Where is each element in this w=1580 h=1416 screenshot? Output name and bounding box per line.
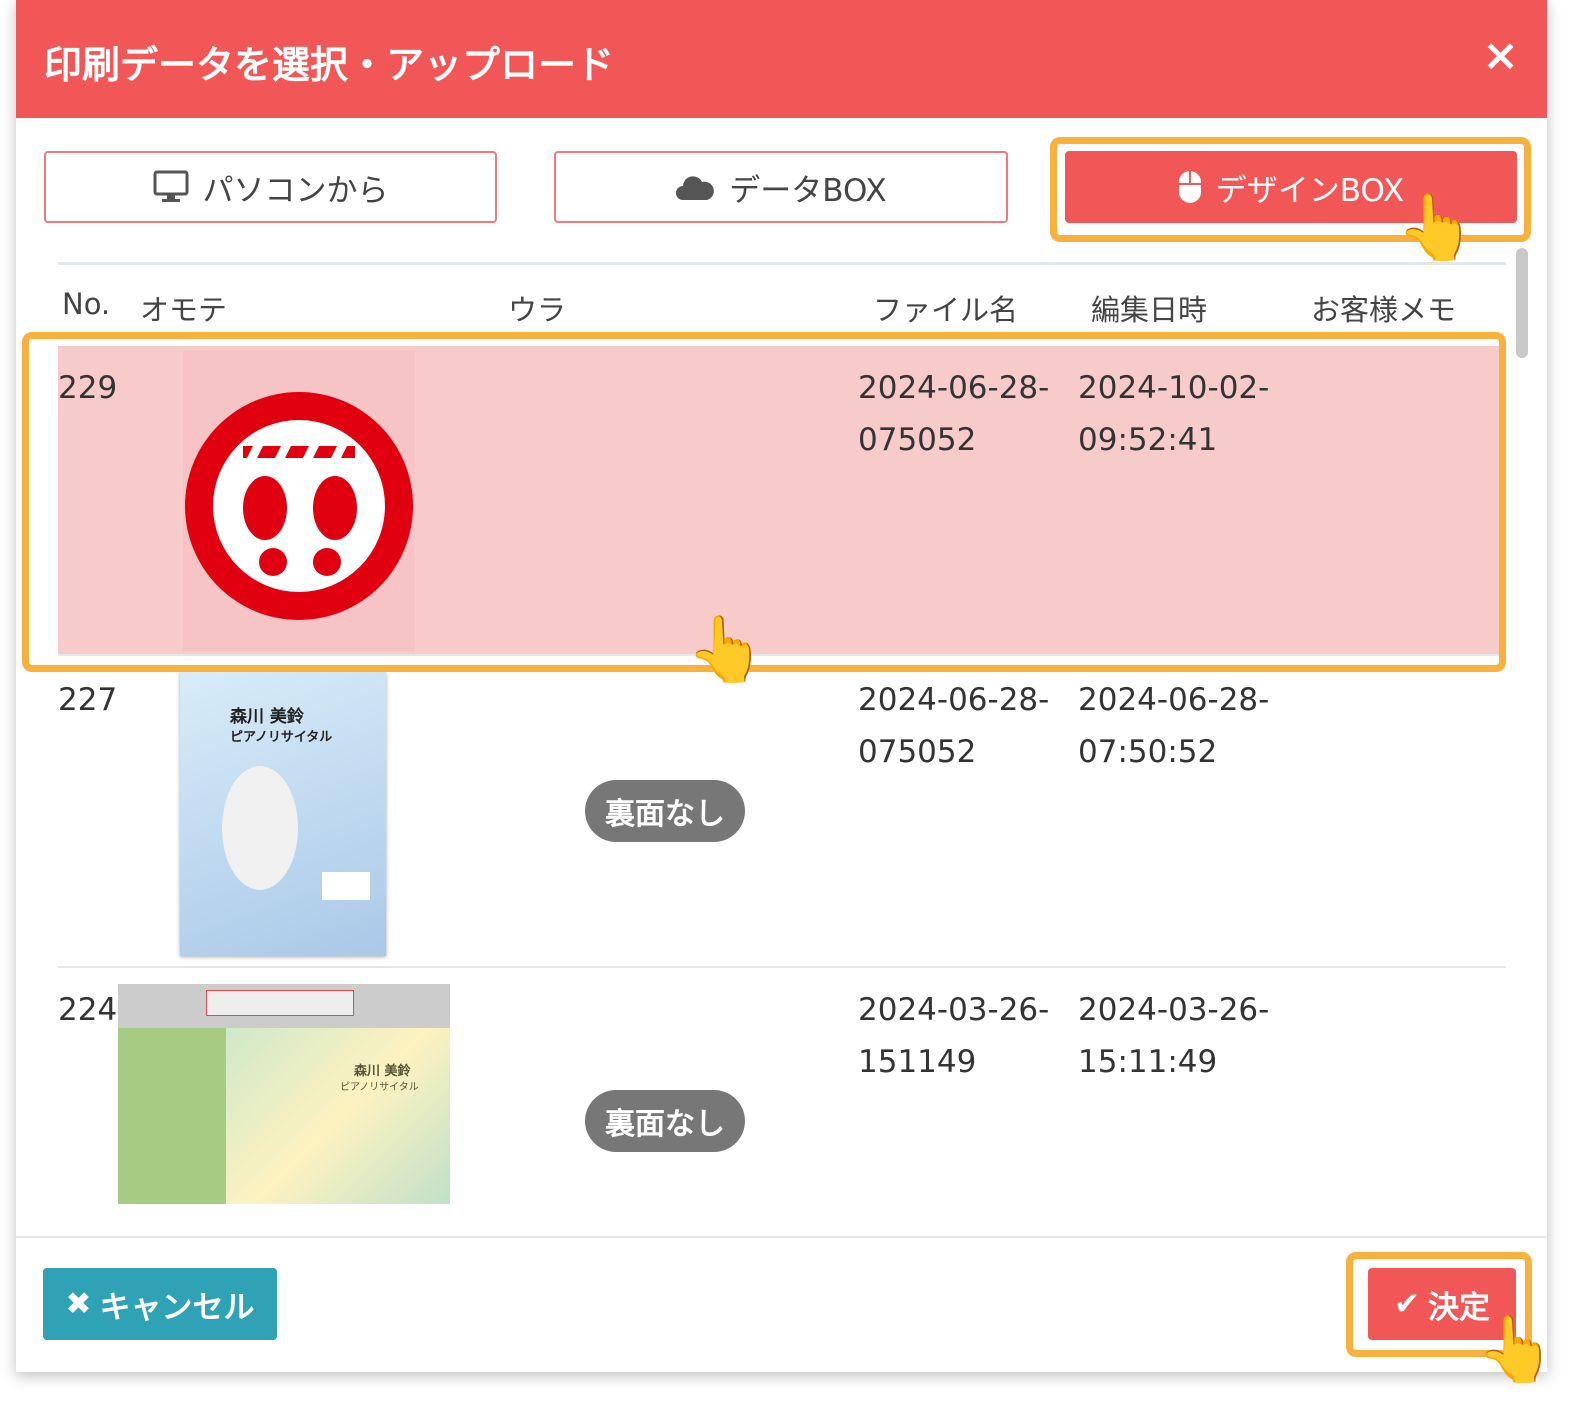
design-box-label: デザインBOX <box>1215 172 1405 209</box>
pointer-hand-icon: 👆 <box>1396 191 1476 265</box>
front-thumbnail <box>183 350 415 652</box>
filename-line: 151149 <box>858 1044 977 1080</box>
header-no: No. <box>62 287 111 321</box>
filename-line: 2024-06-28- <box>858 370 1050 406</box>
edited-cell: 2024-06-28- 07:50:52 <box>1078 674 1269 778</box>
data-box-button[interactable]: データBOX <box>554 151 1008 223</box>
monitor-icon <box>153 170 188 202</box>
cancel-button[interactable]: ✖ キャンセル <box>43 1268 277 1340</box>
dialog-header: 印刷データを選択・アップロード × <box>16 0 1547 118</box>
filename-line: 2024-03-26- <box>858 992 1050 1028</box>
table-row[interactable]: 224 森川 美鈴 ピアノリサイタル 裏面なし 2024-03-26- 15114… <box>58 968 1506 1204</box>
table-row[interactable]: 229 2024-06-28- 075052 2024-10-02- 09:52:4… <box>58 346 1506 656</box>
close-icon: ✖ <box>65 1286 92 1322</box>
edited-line: 2024-10-02- <box>1078 370 1270 406</box>
mouse-icon <box>1178 171 1201 203</box>
header-edited: 編集日時 <box>1091 293 1208 327</box>
row-number: 229 <box>58 370 118 406</box>
header-memo: お客様メモ <box>1311 293 1457 327</box>
edited-line: 07:50:52 <box>1078 734 1218 770</box>
front-thumbnail: 森川 美鈴 ピアノリサイタル <box>118 984 450 1204</box>
scrollbar[interactable] <box>1516 248 1528 358</box>
dialog-title: 印刷データを選択・アップロード <box>44 43 615 87</box>
edited-cell: 2024-10-02- 09:52:41 <box>1078 362 1269 466</box>
no-back-badge: 裏面なし <box>585 780 745 842</box>
pointer-hand-icon: 👆 <box>686 613 766 687</box>
close-icon[interactable]: × <box>1482 30 1519 81</box>
row-number: 224 <box>58 992 118 1028</box>
edited-line: 15:11:49 <box>1078 1044 1218 1080</box>
footprints-icon <box>185 392 413 620</box>
row-number: 227 <box>58 682 118 718</box>
thumbnail-subtitle: ピアノリサイタル <box>340 1082 419 1093</box>
header-filename: ファイル名 <box>873 293 1019 327</box>
data-box-label: データBOX <box>729 172 887 209</box>
cancel-label: キャンセル <box>99 1289 255 1326</box>
from-pc-button[interactable]: パソコンから <box>44 151 497 223</box>
upload-dialog: 印刷データを選択・アップロード × パソコンから データBOX デザインBOX … <box>16 0 1547 1372</box>
table-header: No. オモテ ウラ ファイル名 編集日時 お客様メモ <box>58 262 1506 328</box>
edited-line: 09:52:41 <box>1078 422 1218 458</box>
edited-line: 2024-03-26- <box>1078 992 1270 1028</box>
check-icon: ✔ <box>1394 1286 1420 1322</box>
filename-cell: 2024-06-28- 075052 <box>858 674 1049 778</box>
header-back: ウラ <box>508 293 567 327</box>
edited-line: 2024-06-28- <box>1078 682 1270 718</box>
no-back-badge: 裏面なし <box>585 1090 745 1152</box>
filename-line: 075052 <box>858 422 977 458</box>
cloud-icon <box>676 176 715 200</box>
thumbnail-subtitle: ピアノリサイタル <box>230 730 333 745</box>
filename-line: 2024-06-28- <box>858 682 1050 718</box>
from-pc-label: パソコンから <box>202 172 389 209</box>
filename-cell: 2024-06-28- 075052 <box>858 362 1049 466</box>
thumbnail-title: 森川 美鈴 <box>230 707 304 727</box>
edited-cell: 2024-03-26- 15:11:49 <box>1078 984 1269 1088</box>
thumbnail-title: 森川 美鈴 <box>354 1064 411 1079</box>
filename-cell: 2024-03-26- 151149 <box>858 984 1049 1088</box>
filename-line: 075052 <box>858 734 977 770</box>
table-row[interactable]: 227 森川 美鈴 ピアノリサイタル 裏面なし 2024-06-28- 07505… <box>58 658 1506 968</box>
header-front: オモテ <box>140 293 228 327</box>
dialog-footer <box>16 1236 1547 1238</box>
pointer-hand-icon: 👆 <box>1476 1313 1556 1387</box>
front-thumbnail: 森川 美鈴 ピアノリサイタル <box>180 672 386 956</box>
